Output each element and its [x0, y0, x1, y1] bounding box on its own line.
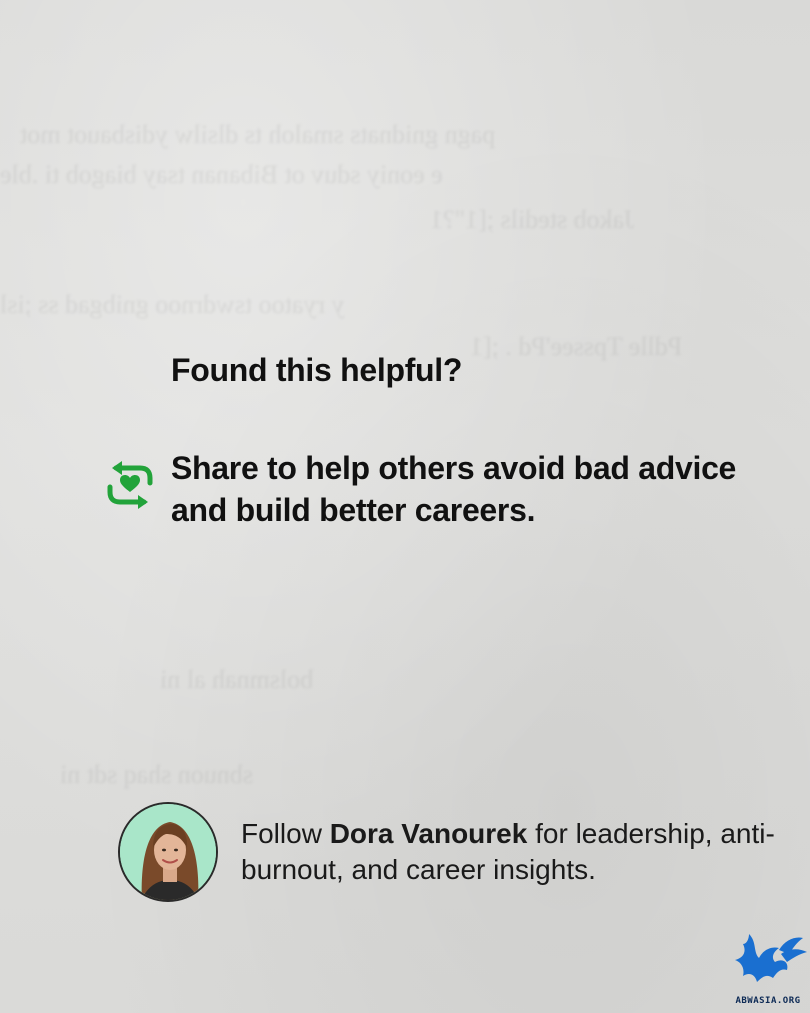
- follow-callout: Follow Dora Vanourek for leadership, ant…: [118, 802, 778, 906]
- follow-message: Follow Dora Vanourek for leadership, ant…: [241, 816, 776, 888]
- follow-prefix: Follow: [241, 818, 330, 849]
- headline: Found this helpful?: [171, 352, 463, 388]
- author-name[interactable]: Dora Vanourek: [330, 818, 528, 849]
- watermark: ABWASIA.ORG: [727, 928, 809, 1008]
- share-callout: Share to help others avoid bad advice an…: [104, 447, 744, 537]
- watermark-text: ABWASIA.ORG: [735, 996, 801, 1006]
- share-message: Share to help others avoid bad advice an…: [171, 450, 737, 528]
- avatar[interactable]: [118, 802, 218, 902]
- repost-heart-icon[interactable]: [104, 459, 156, 511]
